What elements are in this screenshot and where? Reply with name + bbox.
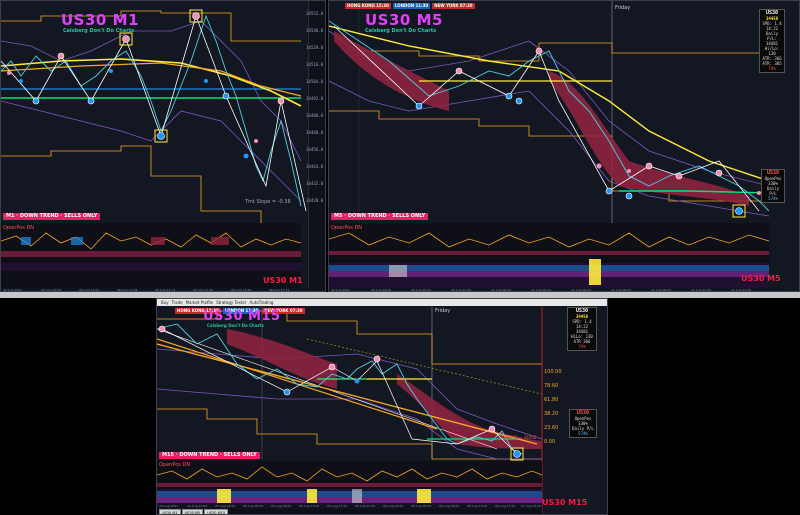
- info-line: 74%: [768, 66, 776, 71]
- info-line: Hi/Lo: 130: [764, 46, 780, 56]
- info-line: 74%: [578, 344, 586, 349]
- chart-subtitle: Calsberg Don't Do Charts: [207, 323, 264, 328]
- chart-title: US30 M15: [203, 309, 281, 324]
- time-label: 27 Aug 01:00: [521, 504, 542, 508]
- chart-subtitle: Calsberg Don't Do Charts: [63, 28, 135, 34]
- symbol-info-panel: US30 34458 SPD: 1.4 14:22 Daily P/L: 344…: [759, 9, 785, 73]
- time-label: 25 Aug 09:00: [271, 504, 292, 508]
- chart-subtitle: Calsberg Don't Do Charts: [365, 28, 437, 34]
- session-newyork: NEW YORK 07:30: [432, 3, 475, 9]
- price-tick: 34528.0: [306, 45, 323, 50]
- price-tick: 34456.0: [306, 147, 323, 152]
- chart-title: US30 M1: [61, 11, 139, 29]
- time-label: 25 Aug 13:00: [299, 504, 320, 508]
- price-tick: 34540.0: [306, 28, 323, 33]
- day-marker: Friday: [615, 5, 631, 11]
- price-tick: 34492.0: [306, 96, 323, 101]
- m1-price-chart: [1, 9, 307, 291]
- time-label: 26 Aug 01:00: [383, 504, 404, 508]
- indicator-label: OpenPos DN: [159, 462, 191, 468]
- watermark: US30 M1: [263, 276, 303, 285]
- trend-slope-label: Tmt Slope = -0.38: [245, 199, 291, 205]
- time-label: 25 Aug 05:00: [243, 504, 264, 508]
- price-tick: 34420.0: [306, 198, 323, 203]
- fib-label: 0.00: [544, 439, 556, 445]
- session-bar: HONG KONG 15:30 LONDON 11:30 NEW YORK 07…: [345, 3, 475, 9]
- trend-banner: M1 · DOWN TREND · SELLS ONLY: [3, 213, 101, 220]
- m15-price-chart: [157, 307, 543, 514]
- watermark: US30 M15: [542, 498, 588, 507]
- price-tick: 34468.0: [306, 130, 323, 135]
- price-tick: 34444.0: [306, 164, 323, 169]
- watermark: US30 M5: [741, 274, 781, 283]
- symbol-info-panel: US30 34458 SPD: 1.4 14:22 34481 HiLo: 13…: [567, 307, 597, 351]
- fib-label: 78.60: [544, 383, 559, 389]
- fib-label: 38.20: [544, 411, 559, 417]
- fib-label: 23.60: [544, 425, 559, 431]
- trend-banner: M15 · DOWN TREND · SELLS ONLY: [159, 452, 260, 459]
- time-label: 26 Aug 05:00: [411, 504, 432, 508]
- chart-window-m15[interactable]: Buy Trade Market Profile Strategy Tester…: [156, 298, 608, 515]
- openpos-panel: US30 OpenPos 330% Daily P/L 574%: [569, 409, 597, 438]
- fib-label: 100.00: [544, 369, 562, 375]
- time-label: 24 Aug 2021: [159, 504, 179, 508]
- fib-label: 61.80: [544, 397, 559, 403]
- chart-window-m5[interactable]: HONG KONG 15:30 LONDON 11:30 NEW YORK 07…: [328, 0, 800, 292]
- time-label: 24 Aug 21:00: [187, 504, 208, 508]
- tab-us30-m1[interactable]: US30,M1: [159, 509, 181, 514]
- time-label: 25 Aug 17:00: [327, 504, 348, 508]
- chart-tabs: US30,M1 US30,M5 US30,M15: [159, 509, 229, 514]
- daily-pl-label: Daily P/L: [766, 186, 780, 196]
- m5-price-chart: [329, 1, 770, 291]
- indicator-label: OpenPos DN: [3, 225, 35, 231]
- openpos-panel: US30 OpenPos 330% Daily P/L 574%: [761, 169, 785, 203]
- time-label: 26 Aug 09:00: [439, 504, 460, 508]
- indicator-label: OpenPos DN: [331, 225, 363, 231]
- price-tick: 34504.0: [306, 79, 323, 84]
- chart-title: US30 M5: [365, 11, 443, 29]
- session-london: LONDON 11:30: [392, 3, 431, 9]
- time-label: 25 Aug 01:00: [215, 504, 236, 508]
- daily-pl-value: 574%: [768, 196, 778, 201]
- price-axis[interactable]: 34552.0 34540.0 34528.0 34516.0 34504.0 …: [306, 1, 325, 291]
- trend-banner: M5 · DOWN TREND · SELLS ONLY: [331, 213, 429, 220]
- info-line: Daily P/L:: [765, 31, 779, 41]
- daily-pl-value: 574%: [578, 431, 588, 436]
- price-tick: 34516.0: [306, 62, 323, 67]
- chart-window-m1[interactable]: US30 M1 Calsberg Don't Do Charts Tmt Slo…: [0, 0, 326, 292]
- price-tick: 34480.0: [306, 113, 323, 118]
- price-tick: 34432.0: [306, 181, 323, 186]
- time-label: 26 Aug 13:00: [467, 504, 488, 508]
- time-label: 26 Aug 17:00: [495, 504, 516, 508]
- fib-zero-line-label: Fib 0.00 = 34502: [502, 435, 537, 440]
- tab-us30-m5[interactable]: US30,M5: [181, 509, 204, 514]
- tab-us30-m15[interactable]: US30,M15: [204, 509, 229, 514]
- day-marker: Friday: [435, 308, 451, 314]
- price-tick: 34552.0: [306, 11, 323, 16]
- time-label: 25 Aug 21:00: [355, 504, 376, 508]
- session-hongkong: HONG KONG 15:30: [345, 3, 391, 9]
